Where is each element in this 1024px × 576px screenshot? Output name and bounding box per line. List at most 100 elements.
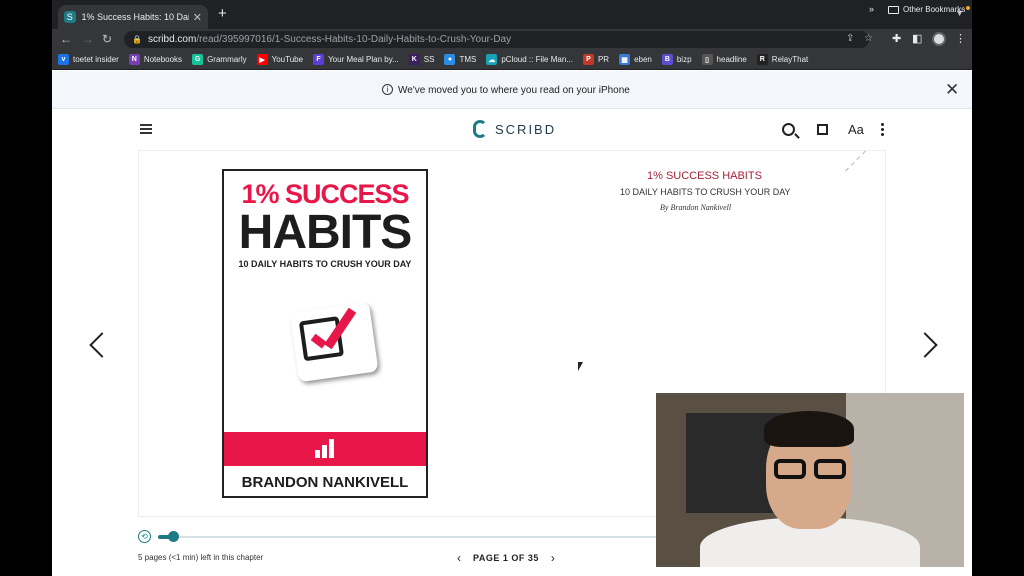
search-icon[interactable] [782, 123, 795, 136]
back-arrow-icon[interactable]: ← [60, 32, 72, 46]
bookmark-favicon-icon: N [128, 54, 140, 65]
reload-icon[interactable]: ↻ [102, 32, 112, 46]
progress-slider-handle[interactable] [168, 531, 179, 542]
reading-progress: ⟲ [138, 530, 658, 544]
bookmark-item[interactable]: ☁ pCloud :: File Man... [486, 54, 573, 65]
bookmark-label: PR [597, 55, 610, 64]
bookmark-item[interactable]: R RelayThat [756, 54, 809, 65]
bookmark-favicon-icon: ▯ [701, 54, 713, 65]
bookmark-item[interactable]: K SS [408, 54, 435, 65]
url-host: scribd.com [147, 34, 197, 45]
title-page-subtitle: 10 DAILY HABITS TO CRUSH YOUR DAY [620, 187, 791, 197]
cover-title-line2: HABITS [238, 206, 413, 259]
chapter-remaining-text: 5 pages (<1 min) left in this chapter [138, 553, 264, 562]
bookmark-label: YouTube [271, 55, 304, 64]
bookmark-label: TMS [459, 55, 477, 64]
bookmark-item[interactable]: v toetet insider [58, 54, 119, 65]
page-indicator: PAGE 1 OF 35 [473, 553, 539, 563]
cover-subtitle: 10 DAILY HABITS TO CRUSH YOUR DAY [238, 259, 412, 269]
mouse-cursor-icon [578, 362, 583, 371]
jump-back-icon[interactable]: ⟲ [138, 530, 151, 543]
folder-icon [888, 5, 899, 14]
bookmark-favicon-icon: ☁ [486, 54, 498, 65]
bookmark-item[interactable]: ▶ YouTube [256, 54, 304, 65]
bookmark-label: Grammarly [207, 55, 247, 64]
bookmark-favicon-icon: B [661, 54, 673, 65]
other-bookmarks[interactable]: Other Bookmarks [888, 5, 965, 14]
recording-indicator-dot [966, 6, 970, 10]
bookmark-label: pCloud :: File Man... [501, 55, 573, 64]
bookmark-item[interactable]: ● TMS [444, 54, 476, 65]
fullscreen-icon[interactable] [817, 124, 828, 135]
page-next-chevron-icon[interactable]: › [551, 551, 555, 565]
reader-toolbar: SCRIBD Aa [52, 110, 972, 150]
bookmarks-bar: v toetet insider N Notebooks G Grammarly ▶ YouT… [52, 50, 972, 70]
bookmark-favicon-icon: K [408, 54, 420, 65]
bookmark-label: eben [634, 55, 652, 64]
book-cover: 1% SUCCESS HABITS 10 DAILY HABITS TO CRU… [222, 169, 428, 498]
bookmark-item[interactable]: F Your Meal Plan by... [313, 54, 399, 65]
bookmark-favicon-icon: ● [444, 54, 456, 65]
bookmark-label: bizp [676, 55, 692, 64]
forward-arrow-icon[interactable]: → [82, 32, 94, 46]
page-navigation: ‹ PAGE 1 OF 35 › [457, 551, 555, 565]
menu-dots-icon[interactable]: ⋮ [955, 32, 966, 45]
scribd-favicon-icon: S [64, 11, 76, 23]
bookmark-favicon-icon: ▦ [619, 54, 631, 65]
more-options-icon[interactable] [881, 123, 884, 138]
address-bar[interactable]: 🔒 scribd.com /read/395997016/1-Success-H… [124, 31, 869, 48]
cover-author: BRANDON NANKIVELL [241, 474, 409, 491]
tab-bar: S 1% Success Habits: 10 Daily Ha ✕ + ▼ [52, 0, 972, 29]
title-page-author: By Brandon Nankivell [660, 203, 732, 212]
bookmark-favicon-icon: R [756, 54, 768, 65]
scribd-logo[interactable]: SCRIBD [473, 120, 556, 138]
share-icon[interactable]: ⇪ [846, 33, 854, 44]
sidebar-icon[interactable]: ◧ [912, 32, 922, 45]
extensions-puzzle-icon[interactable]: ✚ [892, 32, 901, 45]
webcam-overlay [656, 393, 964, 567]
bookmark-item[interactable]: ▦ eben [619, 54, 652, 65]
title-page-title: 1% SUCCESS HABITS [647, 170, 762, 182]
next-page-chevron-icon[interactable] [922, 330, 936, 358]
notice-text: We've moved you to where you read on you… [398, 85, 630, 96]
close-notice-icon[interactable]: ✕ [945, 80, 959, 100]
bookmark-favicon-icon: ▶ [256, 54, 268, 65]
more-bookmarks-icon[interactable]: » [869, 4, 874, 14]
bookmark-label: headline [716, 55, 747, 64]
scribd-logo-icon [473, 120, 487, 138]
table-of-contents-icon[interactable] [140, 124, 152, 136]
bookmark-label: Your Meal Plan by... [328, 55, 399, 64]
bar-chart-icon [315, 438, 337, 458]
bookmark-item[interactable]: ▯ headline [701, 54, 747, 65]
font-settings-button[interactable]: Aa [848, 122, 864, 137]
bookmark-item[interactable]: Bbizp [661, 54, 692, 65]
logo-text: SCRIBD [495, 121, 557, 137]
close-tab-icon[interactable]: ✕ [193, 11, 202, 24]
url-path: /read/395997016/1-Success-Habits-10-Dail… [196, 34, 512, 45]
new-tab-icon[interactable]: + [218, 5, 227, 22]
bookmark-label: SS [423, 55, 435, 64]
other-bookmarks-label: Other Bookmarks [903, 5, 966, 14]
bookmark-favicon-icon: G [192, 54, 204, 65]
info-icon: i [382, 84, 393, 95]
browser-tab[interactable]: S 1% Success Habits: 10 Daily Ha ✕ [58, 5, 208, 29]
bookmark-item[interactable]: P PR [582, 54, 610, 65]
profile-avatar[interactable] [932, 32, 946, 46]
bookmark-label: RelayThat [771, 55, 809, 64]
checkbox-checkmark-icon [289, 301, 379, 383]
previous-page-chevron-icon[interactable] [89, 330, 103, 358]
bookmark-item[interactable]: N Notebooks [128, 54, 183, 65]
tab-title: 1% Success Habits: 10 Daily Ha [81, 12, 189, 22]
bookmark-label: toetet insider [73, 55, 119, 64]
notice-banner: i We've moved you to where you read on y… [52, 71, 972, 109]
bookmark-item[interactable]: G Grammarly [192, 54, 247, 65]
bookmark-favicon-icon: P [582, 54, 594, 65]
bookmark-label: Notebooks [143, 55, 183, 64]
address-row: ← → ↻ 🔒 scribd.com /read/395997016/1-Suc… [52, 29, 972, 50]
progress-track[interactable] [158, 536, 658, 538]
star-icon[interactable]: ☆ [864, 33, 873, 44]
bookmark-favicon-icon: v [58, 54, 69, 65]
page-fold-corner[interactable] [845, 151, 885, 171]
lock-icon[interactable]: 🔒 [132, 35, 142, 44]
page-prev-chevron-icon[interactable]: ‹ [457, 551, 461, 565]
